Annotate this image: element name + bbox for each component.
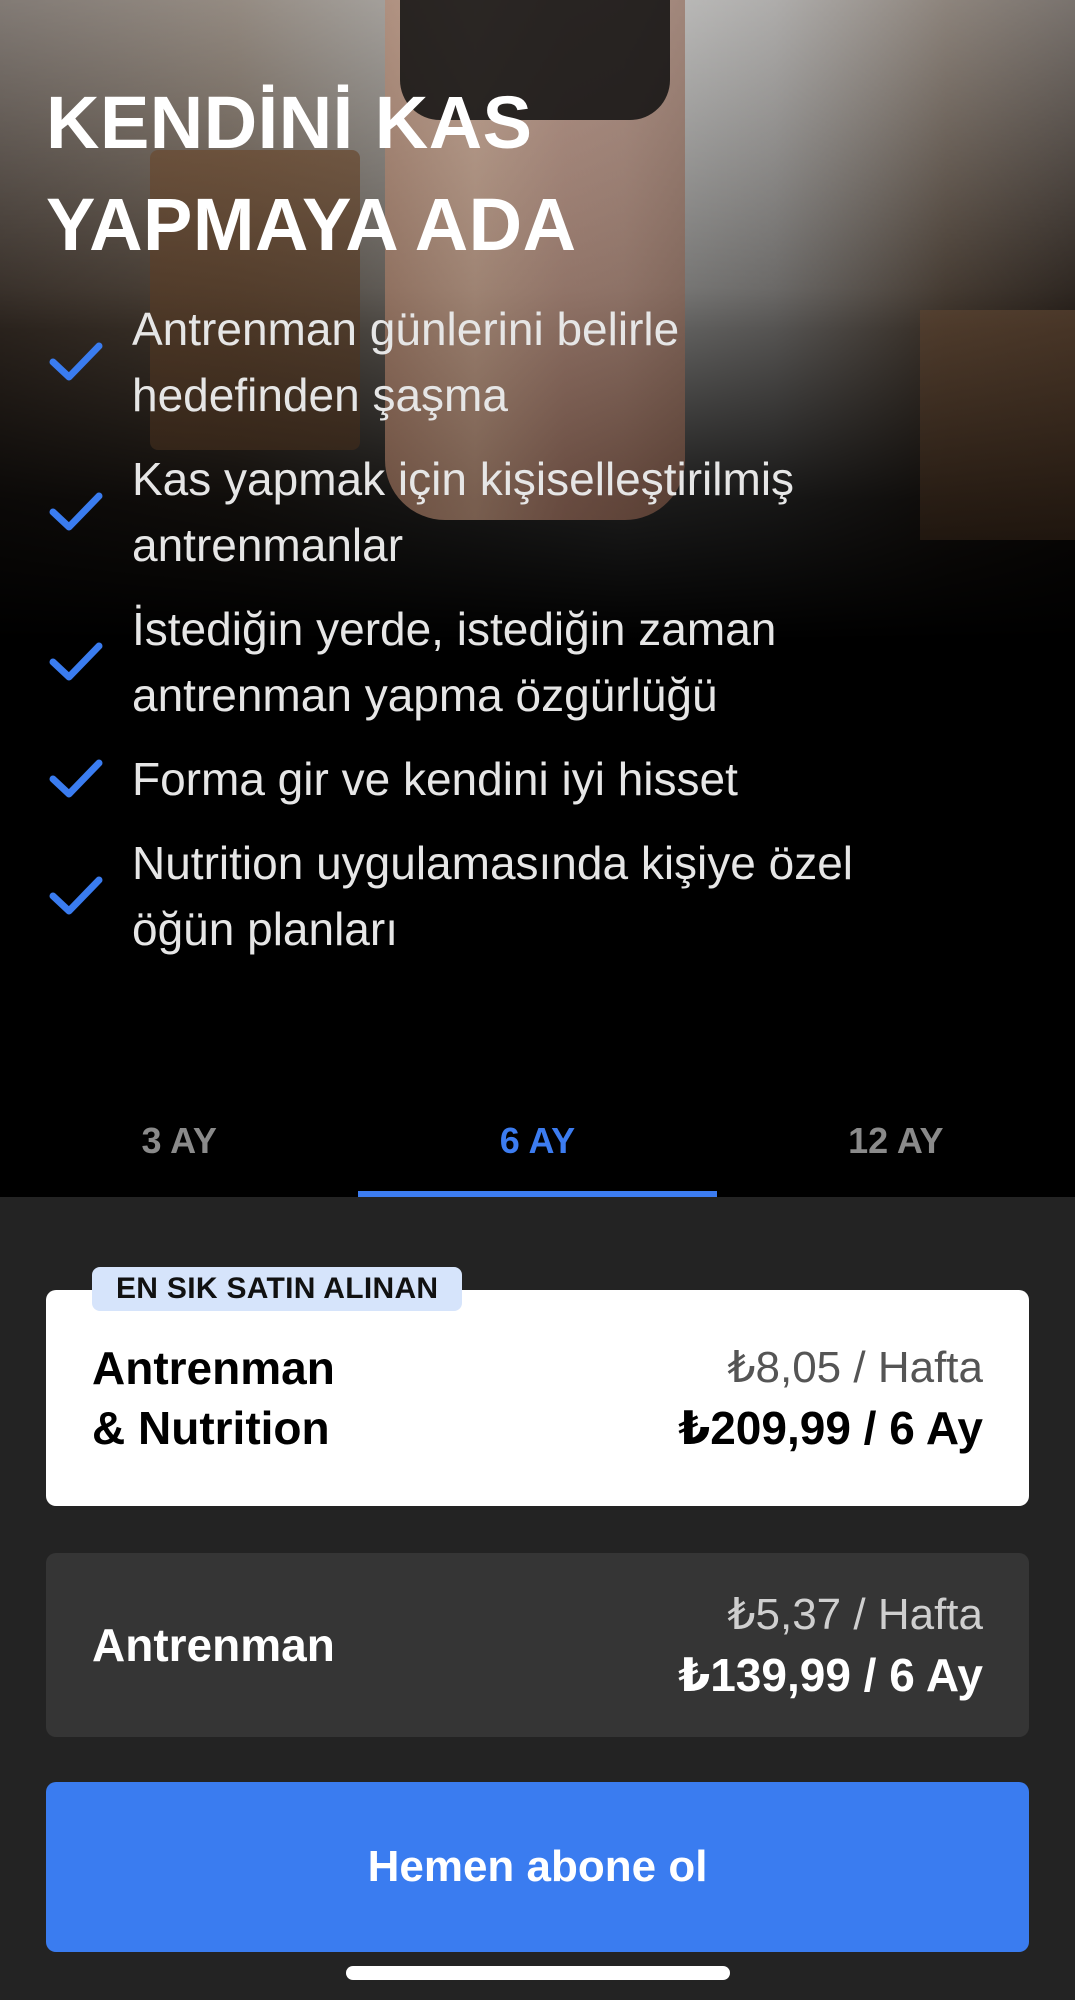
subscribe-button[interactable]: Hemen abone ol: [46, 1782, 1029, 1952]
feature-text-line2: öğün planları: [132, 903, 398, 955]
price-total: ₺139,99 / 6 Ay: [678, 1649, 983, 1701]
check-icon: [46, 749, 106, 809]
feature-text-line1: Antrenman günlerini belirle: [132, 303, 680, 355]
feature-item: Antrenman günlerini belirle hedefinden ş…: [46, 296, 1046, 428]
plan-prices: ₺5,37 / Hafta ₺139,99 / 6 Ay: [678, 1585, 983, 1705]
feature-text: Nutrition uygulamasında kişiye özel öğün…: [132, 830, 853, 962]
feature-text-line2: antrenman yapma özgürlüğü: [132, 669, 718, 721]
hero-title-line2: YAPMAYA ADA: [46, 183, 577, 266]
check-icon: [46, 866, 106, 926]
paywall-screen: KENDİNİ KAS YAPMAYA ADA Antrenman günler…: [0, 0, 1075, 2000]
plan-card-training-nutrition[interactable]: EN SIK SATIN ALINAN Antrenman & Nutritio…: [46, 1267, 1029, 1506]
price-per-week: ₺5,37 / Hafta: [727, 1590, 983, 1639]
hero-section: KENDİNİ KAS YAPMAYA ADA Antrenman günler…: [0, 0, 1075, 1060]
check-icon: [46, 482, 106, 542]
hero-title: KENDİNİ KAS YAPMAYA ADA: [46, 72, 946, 276]
plan-name-line2: & Nutrition: [92, 1402, 330, 1454]
feature-text-line1: Forma gir ve kendini iyi hisset: [132, 753, 738, 805]
feature-item: Kas yapmak için kişiselleştirilmiş antre…: [46, 446, 1046, 578]
feature-item: Forma gir ve kendini iyi hisset: [46, 746, 1046, 812]
feature-text: Antrenman günlerini belirle hedefinden ş…: [132, 296, 679, 428]
plan-name: Antrenman & Nutrition: [92, 1338, 335, 1458]
most-purchased-badge: EN SIK SATIN ALINAN: [92, 1267, 463, 1311]
plan-card-training[interactable]: Antrenman ₺5,37 / Hafta ₺139,99 / 6 Ay: [46, 1553, 1029, 1737]
feature-text: İstediğin yerde, istediğin zaman antrenm…: [132, 596, 776, 728]
feature-text: Kas yapmak için kişiselleştirilmiş antre…: [132, 446, 794, 578]
feature-text: Forma gir ve kendini iyi hisset: [132, 746, 738, 812]
check-icon: [46, 632, 106, 692]
plan-name: Antrenman: [92, 1619, 335, 1671]
price-per-week: ₺8,05 / Hafta: [727, 1343, 983, 1392]
feature-text-line1: İstediğin yerde, istediğin zaman: [132, 603, 777, 655]
tab-3-months[interactable]: 3 AY: [0, 1085, 358, 1197]
hero-title-line1: KENDİNİ KAS: [46, 81, 533, 164]
plan-name-line1: Antrenman: [92, 1342, 335, 1394]
tab-6-months[interactable]: 6 AY: [358, 1085, 717, 1197]
price-total: ₺209,99 / 6 Ay: [678, 1402, 983, 1454]
tab-12-months[interactable]: 12 AY: [717, 1085, 1075, 1197]
feature-list: Antrenman günlerini belirle hedefinden ş…: [46, 296, 1046, 980]
feature-text-line1: Nutrition uygulamasında kişiye özel: [132, 837, 854, 889]
feature-item: Nutrition uygulamasında kişiye özel öğün…: [46, 830, 1046, 962]
feature-text-line2: hedefinden şaşma: [132, 369, 508, 421]
home-indicator[interactable]: [346, 1966, 730, 1980]
check-icon: [46, 332, 106, 392]
plan-prices: ₺8,05 / Hafta ₺209,99 / 6 Ay: [678, 1338, 983, 1458]
feature-item: İstediğin yerde, istediğin zaman antrenm…: [46, 596, 1046, 728]
feature-text-line2: antrenmanlar: [132, 519, 404, 571]
duration-tabs: 3 AY 6 AY 12 AY: [0, 1085, 1075, 1197]
feature-text-line1: Kas yapmak için kişiselleştirilmiş: [132, 453, 795, 505]
plans-panel: EN SIK SATIN ALINAN Antrenman & Nutritio…: [0, 1197, 1075, 2000]
